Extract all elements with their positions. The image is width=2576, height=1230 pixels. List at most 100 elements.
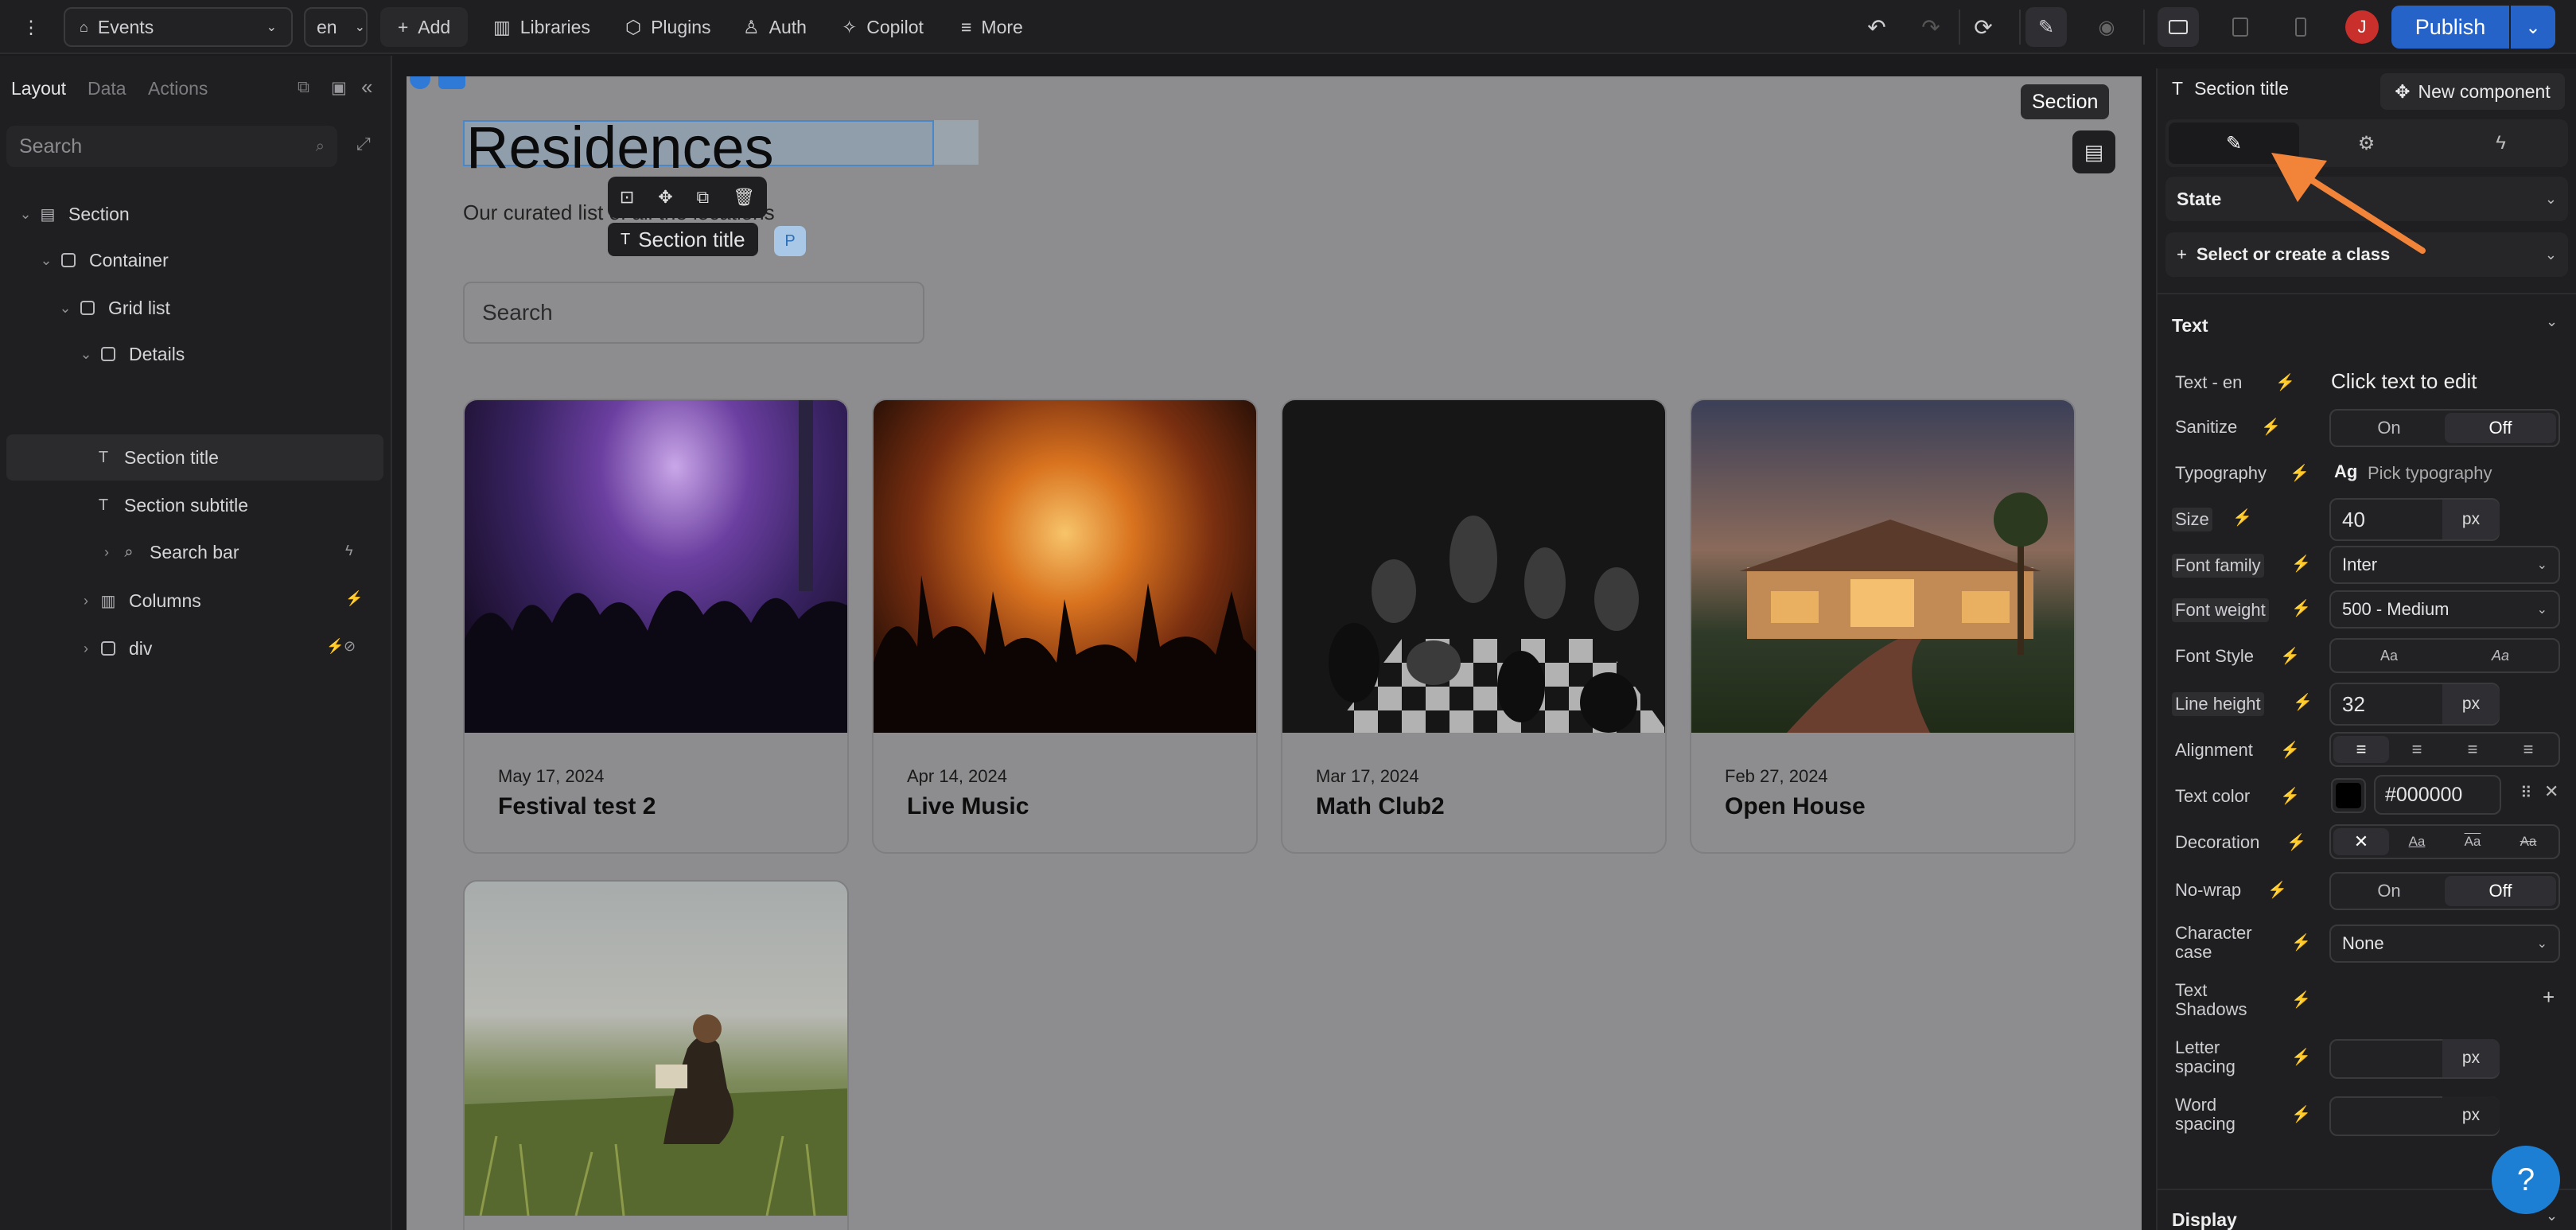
align-justify-icon[interactable]: ≡ (2500, 736, 2556, 763)
bind-plug-icon[interactable]: ⚡ (2267, 880, 2287, 900)
word-spacing-unit[interactable]: px (2442, 1096, 2500, 1135)
tree-item-columns[interactable]: › ▥ Columns (76, 578, 201, 624)
language-select[interactable]: en ⌄ (304, 7, 368, 47)
auth-button[interactable]: ♙ Auth (743, 7, 807, 47)
tree-item-grid-list[interactable]: ⌄ Grid list (56, 285, 170, 331)
letter-spacing-unit[interactable]: px (2442, 1039, 2500, 1077)
typography-picker[interactable]: Pick typography (2368, 463, 2492, 484)
bind-plug-icon[interactable]: ⚡ (2293, 692, 2313, 712)
text-edit-hint[interactable]: Click text to edit (2331, 369, 2477, 394)
publish-button[interactable]: Publish (2391, 6, 2509, 49)
section-settings-icon[interactable]: ▤ (2072, 130, 2115, 173)
align-center-icon[interactable]: ≡ (2389, 736, 2445, 763)
tree-item-search-bar[interactable]: › ⌕ Search bar (97, 529, 239, 575)
help-chat-icon[interactable]: ? (2492, 1146, 2560, 1214)
event-card[interactable]: May 17, 2024 Festival test 2 (463, 399, 849, 854)
chevron-down-icon[interactable]: ⌄ (76, 346, 95, 363)
font-style-normal[interactable]: Aa (2333, 642, 2445, 669)
chevron-right-icon[interactable]: › (76, 640, 95, 657)
nowrap-off[interactable]: Off (2445, 876, 2556, 906)
drag-grid-icon[interactable]: ⠿ (2520, 783, 2532, 803)
align-right-icon[interactable]: ≡ (2445, 736, 2500, 763)
chevron-down-icon[interactable]: ⌄ (56, 300, 75, 317)
refresh-icon[interactable]: ⟳ (1963, 7, 2003, 47)
font-style-toggle[interactable]: Aa Aa (2329, 638, 2560, 673)
libraries-button[interactable]: ▥ Libraries (493, 7, 590, 47)
chevron-down-icon[interactable]: ⌄ (2546, 1208, 2558, 1224)
sanitize-on[interactable]: On (2333, 413, 2445, 443)
bind-plug-icon[interactable]: ⚡ (2286, 832, 2306, 852)
tab-actions-bolt-icon[interactable]: ϟ (2434, 132, 2568, 154)
mobile-view-icon[interactable] (2280, 7, 2321, 47)
panel-layout-icon[interactable]: ▣ (331, 78, 347, 98)
event-card[interactable] (463, 880, 849, 1230)
text-color-swatch[interactable] (2331, 778, 2366, 813)
move-icon[interactable]: ✥ (658, 187, 672, 208)
bind-plug-icon[interactable]: ⚡ (2291, 554, 2311, 574)
expand-icon[interactable]: ⤢ (356, 134, 371, 154)
decoration-none-x-icon[interactable]: ✕ (2333, 828, 2389, 855)
sanitize-off[interactable]: Off (2445, 413, 2556, 443)
section-badge[interactable]: Section (2021, 84, 2110, 119)
edit-mode-pencil-icon[interactable]: ✎ (2025, 7, 2067, 47)
trash-icon[interactable]: 🗑 (733, 187, 755, 208)
decoration-overline[interactable]: Aa (2445, 828, 2500, 855)
chevron-right-icon[interactable]: › (76, 593, 95, 609)
display-section-title[interactable]: Display (2172, 1209, 2237, 1230)
more-button[interactable]: ≡ More (961, 7, 1023, 47)
layers-search-input[interactable]: Search ⌕ (6, 126, 337, 167)
size-unit[interactable]: px (2442, 500, 2500, 539)
chevron-down-icon[interactable]: ⌄ (37, 252, 56, 269)
add-button[interactable]: + Add (380, 7, 468, 47)
bind-plug-icon[interactable]: ⚡ (2261, 417, 2281, 437)
bind-plug-icon[interactable]: ⚡ (2280, 646, 2300, 666)
selected-element-tag[interactable]: T Section title (608, 223, 758, 256)
bind-plug-icon[interactable]: ⚡ (2291, 990, 2311, 1010)
copilot-button[interactable]: ✧ Copilot (842, 7, 924, 47)
selection-handle-icon[interactable] (410, 76, 430, 89)
p-badge[interactable]: P (774, 226, 806, 256)
bind-plug-icon[interactable]: ⚡ (2290, 463, 2309, 483)
layers-stack-icon[interactable]: ⧉ (298, 78, 309, 97)
duplicate-icon[interactable]: ⧉ (697, 187, 710, 208)
preview-eye-icon[interactable]: ◉ (2086, 7, 2127, 47)
event-card[interactable]: Mar 17, 2024 Math Club2 (1281, 399, 1667, 854)
align-left-icon[interactable]: ≡ (2333, 736, 2389, 763)
tree-item-details[interactable]: ⌄ Details (76, 331, 185, 377)
decoration-strike[interactable]: Aa (2500, 828, 2556, 855)
font-family-select[interactable]: Inter ⌄ (2329, 546, 2560, 584)
font-weight-select[interactable]: 500 - Medium ⌄ (2329, 590, 2560, 629)
undo-icon[interactable]: ↶ (1858, 7, 1895, 47)
nowrap-on[interactable]: On (2333, 876, 2445, 906)
bind-plug-icon[interactable]: ⚡ (2291, 1047, 2311, 1067)
decoration-underline[interactable]: Aa (2389, 828, 2445, 855)
bind-plug-icon[interactable]: ⚡ (2275, 372, 2295, 392)
bind-plug-icon[interactable]: ⚡ (2291, 932, 2311, 952)
new-component-button[interactable]: ✥ New component (2380, 73, 2565, 110)
alignment-toggle[interactable]: ≡ ≡ ≡ ≡ (2329, 732, 2560, 767)
bind-plug-icon[interactable]: ⚡ (2280, 786, 2300, 806)
tree-item-section-title[interactable]: T Section title (91, 434, 219, 481)
text-color-input[interactable]: #000000 (2374, 775, 2501, 815)
avatar[interactable]: J (2345, 10, 2379, 44)
clear-x-icon[interactable]: ✕ (2544, 781, 2558, 802)
chevron-down-icon[interactable]: ⌄ (16, 206, 35, 223)
nowrap-toggle[interactable]: On Off (2329, 872, 2560, 910)
bind-plug-icon[interactable]: ⚡ (2291, 1104, 2311, 1124)
tab-actions[interactable]: Actions (148, 78, 208, 99)
tablet-view-icon[interactable] (2220, 7, 2261, 47)
tree-item-section[interactable]: ⌄ ▤ Section (16, 191, 129, 237)
add-shadow-plus-icon[interactable]: + (2543, 985, 2555, 1010)
chevron-down-icon[interactable]: ⌄ (2546, 313, 2558, 330)
page-select[interactable]: ⌂ Events ⌄ (64, 7, 293, 47)
character-case-select[interactable]: None ⌄ (2329, 924, 2560, 963)
collapse-panel-icon[interactable]: « (361, 75, 372, 99)
tab-layout[interactable]: Layout (11, 78, 66, 99)
font-style-italic[interactable]: Aa (2445, 642, 2556, 669)
publish-options-chevron-icon[interactable]: ⌄ (2511, 6, 2555, 49)
wrap-icon[interactable]: ⊡ (620, 187, 634, 208)
text-section-title[interactable]: Text (2172, 315, 2208, 337)
redo-icon[interactable]: ↷ (1913, 7, 1949, 47)
tab-data[interactable]: Data (88, 78, 126, 99)
sanitize-toggle[interactable]: On Off (2329, 409, 2560, 447)
